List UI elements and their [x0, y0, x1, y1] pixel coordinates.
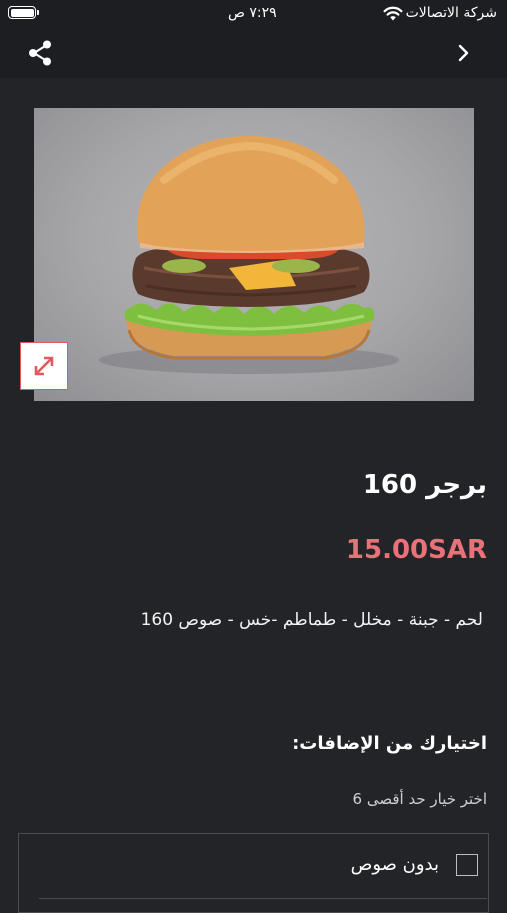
product-description: لحم - جبنة - مخلل - طماطم -خس - صوص 160: [140, 610, 483, 630]
wifi-icon: [383, 6, 403, 21]
expand-image-button[interactable]: [20, 342, 68, 390]
carrier-name: شركة الاتصالات: [405, 5, 497, 21]
burger-illustration: [99, 136, 399, 374]
addons-hint: اختر خيار حد أقصى 6: [352, 790, 487, 808]
chevron-right-icon[interactable]: [457, 43, 471, 63]
status-bar: شركة الاتصالات ٧:٢٩ ص: [0, 0, 507, 30]
navigation-bar: [0, 30, 507, 78]
addons-options-list: بدون صوص: [18, 833, 489, 913]
product-image: [34, 108, 474, 401]
checkbox[interactable]: [456, 854, 478, 876]
battery-icon: [8, 6, 39, 19]
product-price: 15.00SAR: [345, 535, 487, 565]
addon-option-label: بدون صوص: [350, 854, 439, 875]
share-icon[interactable]: [26, 39, 54, 67]
addon-option-no-sauce[interactable]: بدون صوص: [39, 834, 487, 899]
clock: ٧:٢٩ ص: [228, 5, 277, 21]
addons-heading: اختيارك من الإضافات:: [292, 733, 487, 754]
expand-icon: [34, 356, 54, 376]
product-title: برجر 160: [362, 470, 487, 500]
